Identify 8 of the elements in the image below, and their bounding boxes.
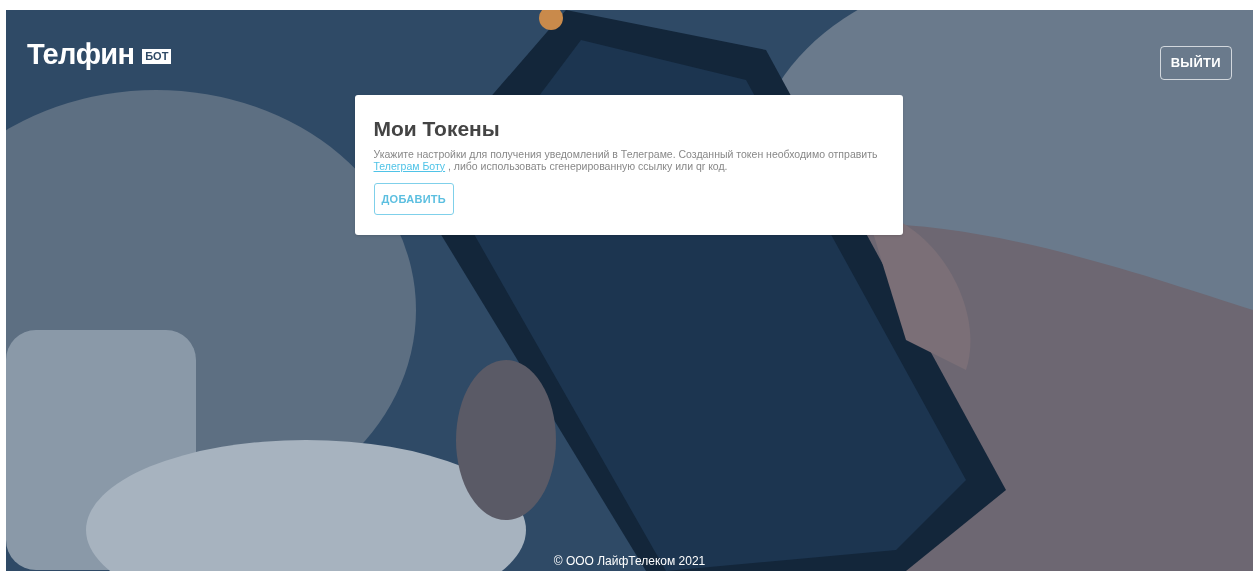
logo-badge: БОТ bbox=[142, 49, 172, 64]
logout-button[interactable]: ВЫЙТИ bbox=[1159, 46, 1232, 80]
card-description: Укажите настройки для получения уведомлений в Телеграме. Созданный токен необходимо отправить Телеграм Боту , либо использовать сгенерированную ссылку или qr код. bbox=[373, 147, 879, 172]
copyright-text: © ООО ЛайфТелеком 2021 bbox=[553, 553, 706, 570]
logo-text: Телфин bbox=[27, 40, 135, 69]
add-button[interactable]: ДОБАВИТЬ bbox=[373, 182, 454, 216]
card-title: Мои Токены bbox=[373, 115, 501, 142]
telegram-bot-link[interactable]: Телеграм Боту bbox=[373, 159, 446, 172]
